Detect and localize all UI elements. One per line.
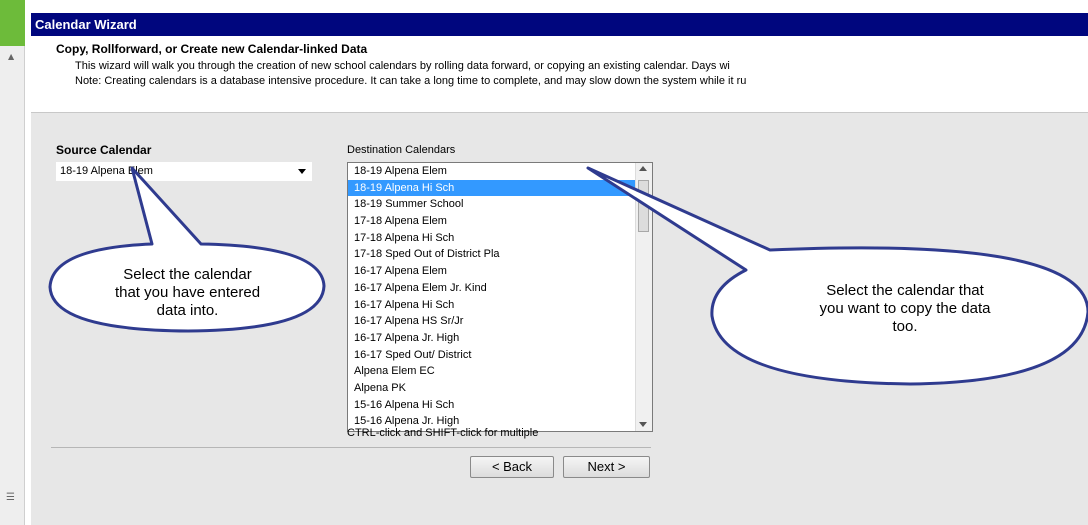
- destination-callout-text: Select the calendar that you want to cop…: [735, 282, 1075, 336]
- source-callout-line: that you have entered: [114, 284, 261, 301]
- source-callout-line: data into.: [156, 302, 219, 319]
- destination-callout-line: you want to copy the data: [819, 300, 991, 317]
- destination-callout-bubble: [586, 166, 1088, 386]
- source-callout-text: Select the calendar that you have entere…: [55, 266, 320, 320]
- callouts-layer: [48, 166, 1088, 386]
- source-callout-line: Select the calendar: [123, 266, 252, 283]
- destination-callout-line: Select the calendar that: [826, 282, 984, 299]
- destination-callout-line: too.: [892, 318, 918, 335]
